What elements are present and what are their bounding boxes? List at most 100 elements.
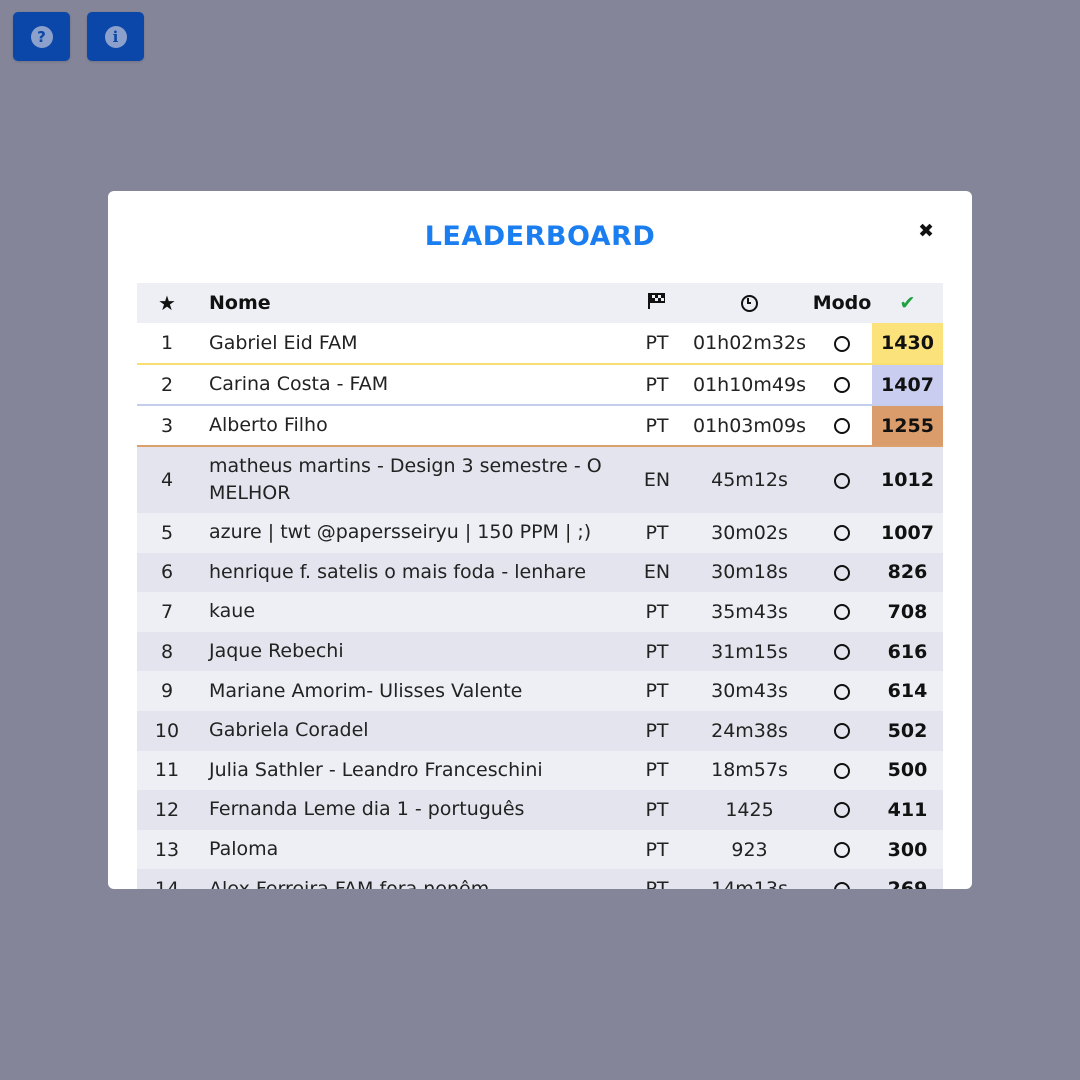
- info-button[interactable]: i: [87, 12, 144, 61]
- language-cell: PT: [627, 323, 687, 365]
- time-cell: 01h10m49s: [687, 364, 812, 406]
- close-icon[interactable]: ✖: [918, 221, 934, 241]
- score-cell: 411: [872, 790, 943, 830]
- rank-cell: 2: [137, 364, 197, 406]
- language-cell: PT: [627, 710, 687, 751]
- mode-cell: [812, 592, 872, 632]
- time-cell: 30m43s: [687, 671, 812, 711]
- score-cell: 1007: [872, 513, 943, 553]
- mode-cell: [812, 750, 872, 791]
- circle-icon: [834, 644, 850, 661]
- table-row: 2 Carina Costa - FAM PT 01h10m49s 1407: [137, 364, 943, 406]
- player-name-cell: matheus martins - Design 3 semestre - O …: [197, 446, 627, 513]
- score-cell: 616: [872, 631, 943, 672]
- mode-cell: [812, 405, 872, 447]
- language-cell: PT: [627, 829, 687, 870]
- circle-icon: [834, 564, 850, 581]
- table-row: 1 Gabriel Eid FAM PT 01h02m32s 1430: [137, 323, 943, 365]
- time-cell: 923: [687, 829, 812, 870]
- clock-icon: [741, 295, 758, 312]
- mode-cell: [812, 710, 872, 751]
- score-cell: 1430: [872, 323, 943, 365]
- time-column-header[interactable]: [687, 283, 812, 323]
- circle-icon: [834, 881, 850, 889]
- rank-cell: 1: [137, 323, 197, 365]
- mode-cell: [812, 869, 872, 889]
- time-cell: 45m12s: [687, 446, 812, 513]
- rank-cell: 12: [137, 790, 197, 830]
- table-row: 11 Julia Sathler - Leandro Franceschini PT…: [137, 750, 943, 791]
- table-row: 6 henrique f. satelis o mais foda - lenha…: [137, 552, 943, 593]
- table-row: 7 kaue PT 35m43s 708: [137, 592, 943, 632]
- table-row: 8 Jaque Rebechi PT 31m15s 616: [137, 631, 943, 672]
- mode-cell: [812, 323, 872, 365]
- player-name-cell: Mariane Amorim- Ulisses Valente: [197, 671, 627, 711]
- rank-cell: 14: [137, 869, 197, 889]
- language-cell: PT: [627, 869, 687, 889]
- question-circle-icon: ?: [30, 25, 53, 48]
- score-cell: 300: [872, 829, 943, 870]
- flag-icon: [648, 292, 665, 309]
- circle-icon: [834, 723, 850, 740]
- time-cell: 01h02m32s: [687, 323, 812, 365]
- table-row: 4 matheus martins - Design 3 semestre - O…: [137, 446, 943, 513]
- score-cell: 1255: [872, 405, 943, 447]
- time-cell: 30m18s: [687, 552, 812, 593]
- mode-column-header[interactable]: Modo: [812, 283, 872, 323]
- score-cell: 502: [872, 710, 943, 751]
- player-name-cell: kaue: [197, 592, 627, 632]
- score-cell: 708: [872, 592, 943, 632]
- star-icon: ★: [158, 291, 176, 315]
- mode-cell: [812, 790, 872, 830]
- language-cell: EN: [627, 552, 687, 593]
- score-column-header[interactable]: ✔: [872, 283, 943, 323]
- rank-column-header[interactable]: ★: [137, 283, 197, 323]
- leaderboard-table-container: ★ Nome Modo ✔ 1 Gabriel Eid FAM PT 01h02…: [137, 283, 943, 889]
- score-cell: 826: [872, 552, 943, 593]
- time-cell: 35m43s: [687, 592, 812, 632]
- rank-cell: 13: [137, 829, 197, 870]
- mode-cell: [812, 513, 872, 553]
- player-name-cell: Gabriela Coradel: [197, 710, 627, 751]
- language-cell: PT: [627, 790, 687, 830]
- table-row: 12 Fernanda Leme dia 1 - português PT 1425 4…: [137, 790, 943, 830]
- player-name-cell: Paloma: [197, 829, 627, 870]
- language-cell: PT: [627, 592, 687, 632]
- leaderboard-table: ★ Nome Modo ✔ 1 Gabriel Eid FAM PT 01h02…: [137, 283, 943, 889]
- language-cell: PT: [627, 631, 687, 672]
- score-cell: 1407: [872, 364, 943, 406]
- table-row: 3 Alberto Filho PT 01h03m09s 1255: [137, 405, 943, 447]
- player-name-cell: henrique f. satelis o mais foda - lenhar…: [197, 552, 627, 593]
- time-cell: 1425: [687, 790, 812, 830]
- time-cell: 30m02s: [687, 513, 812, 553]
- check-icon: ✔: [899, 292, 916, 314]
- language-cell: PT: [627, 513, 687, 553]
- table-row: 9 Mariane Amorim- Ulisses Valente PT 30m43s…: [137, 671, 943, 711]
- language-cell: PT: [627, 405, 687, 447]
- circle-icon: [834, 604, 850, 621]
- modal-title: LEADERBOARD: [424, 221, 656, 252]
- circle-icon: [834, 472, 850, 489]
- language-cell: PT: [627, 364, 687, 406]
- rank-cell: 11: [137, 750, 197, 791]
- circle-icon: [834, 762, 850, 779]
- rank-cell: 10: [137, 710, 197, 751]
- circle-icon: [834, 802, 850, 819]
- player-name-cell: azure | twt @papersseiryu | 150 PPM | ;): [197, 513, 627, 553]
- score-cell: 269: [872, 869, 943, 889]
- circle-icon: [834, 418, 850, 434]
- circle-icon: [834, 335, 850, 352]
- score-cell: 1012: [872, 446, 943, 513]
- help-button[interactable]: ?: [13, 12, 70, 61]
- table-row: 5 azure | twt @papersseiryu | 150 PPM | ;…: [137, 513, 943, 553]
- language-cell: PT: [627, 671, 687, 711]
- info-circle-icon: i: [104, 25, 127, 48]
- language-column-header[interactable]: [627, 283, 687, 323]
- table-row: 10 Gabriela Coradel PT 24m38s 502: [137, 710, 943, 751]
- circle-icon: [834, 525, 850, 542]
- circle-icon: [834, 683, 850, 700]
- mode-cell: [812, 631, 872, 672]
- player-name-cell: Alberto Filho: [197, 405, 627, 447]
- name-column-header[interactable]: Nome: [197, 283, 627, 323]
- player-name-cell: Fernanda Leme dia 1 - português: [197, 790, 627, 830]
